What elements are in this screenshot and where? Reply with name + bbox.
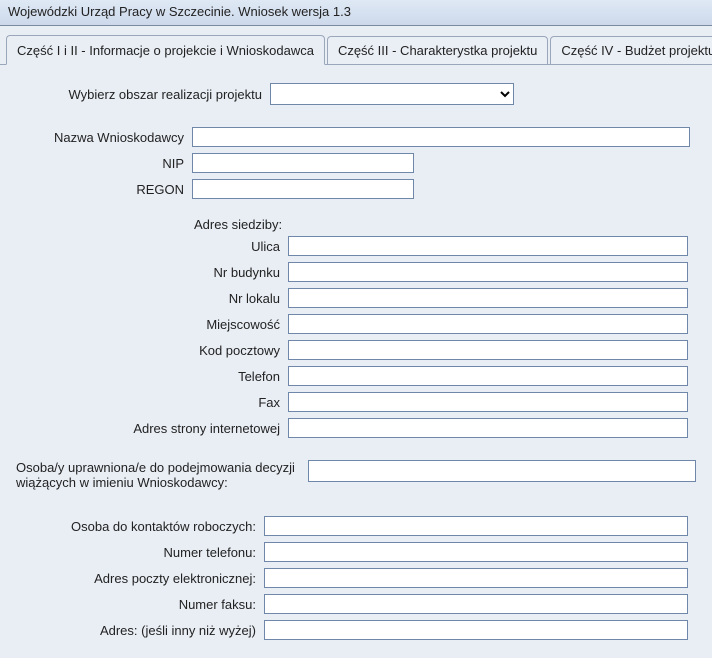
contact-fax-input[interactable]	[264, 594, 688, 614]
auth-person-label: Osoba/y uprawniona/e do podejmowania dec…	[16, 460, 308, 490]
phone-input[interactable]	[288, 366, 688, 386]
fax-input[interactable]	[288, 392, 688, 412]
tab-content: Wybierz obszar realizacji projektu Nazwa…	[0, 65, 712, 658]
website-label: Adres strony internetowej	[16, 421, 288, 436]
address-section-label: Adres siedziby:	[16, 217, 696, 232]
regon-label: REGON	[16, 182, 192, 197]
nip-input[interactable]	[192, 153, 414, 173]
applicant-name-input[interactable]	[192, 127, 690, 147]
tab-part-3[interactable]: Część III - Charakterystka projektu	[327, 36, 548, 64]
tab-part-1-2[interactable]: Część I i II - Informacje o projekcie i …	[6, 35, 325, 65]
unit-no-label: Nr lokalu	[16, 291, 288, 306]
phone-label: Telefon	[16, 369, 288, 384]
tab-part-4[interactable]: Część IV - Budżet projektu	[550, 36, 712, 64]
contact-person-label: Osoba do kontaktów roboczych:	[16, 519, 264, 534]
area-label: Wybierz obszar realizacji projektu	[16, 87, 270, 102]
nip-label: NIP	[16, 156, 192, 171]
contact-fax-label: Numer faksu:	[16, 597, 264, 612]
contact-email-label: Adres poczty elektronicznej:	[16, 571, 264, 586]
alt-address-input[interactable]	[264, 620, 688, 640]
unit-no-input[interactable]	[288, 288, 688, 308]
contact-person-input[interactable]	[264, 516, 688, 536]
street-input[interactable]	[288, 236, 688, 256]
tab-bar: Część I i II - Informacje o projekcie i …	[0, 34, 712, 65]
applicant-name-label: Nazwa Wnioskodawcy	[16, 130, 192, 145]
regon-input[interactable]	[192, 179, 414, 199]
window-title: Wojewódzki Urząd Pracy w Szczecinie. Wni…	[8, 4, 351, 19]
auth-person-input[interactable]	[308, 460, 696, 482]
alt-address-label: Adres: (jeśli inny niż wyżej)	[16, 623, 264, 638]
contact-email-input[interactable]	[264, 568, 688, 588]
contact-phone-label: Numer telefonu:	[16, 545, 264, 560]
building-no-input[interactable]	[288, 262, 688, 282]
city-input[interactable]	[288, 314, 688, 334]
area-select[interactable]	[270, 83, 514, 105]
postcode-label: Kod pocztowy	[16, 343, 288, 358]
fax-label: Fax	[16, 395, 288, 410]
street-label: Ulica	[16, 239, 288, 254]
building-no-label: Nr budynku	[16, 265, 288, 280]
website-input[interactable]	[288, 418, 688, 438]
postcode-input[interactable]	[288, 340, 688, 360]
city-label: Miejscowość	[16, 317, 288, 332]
contact-phone-input[interactable]	[264, 542, 688, 562]
